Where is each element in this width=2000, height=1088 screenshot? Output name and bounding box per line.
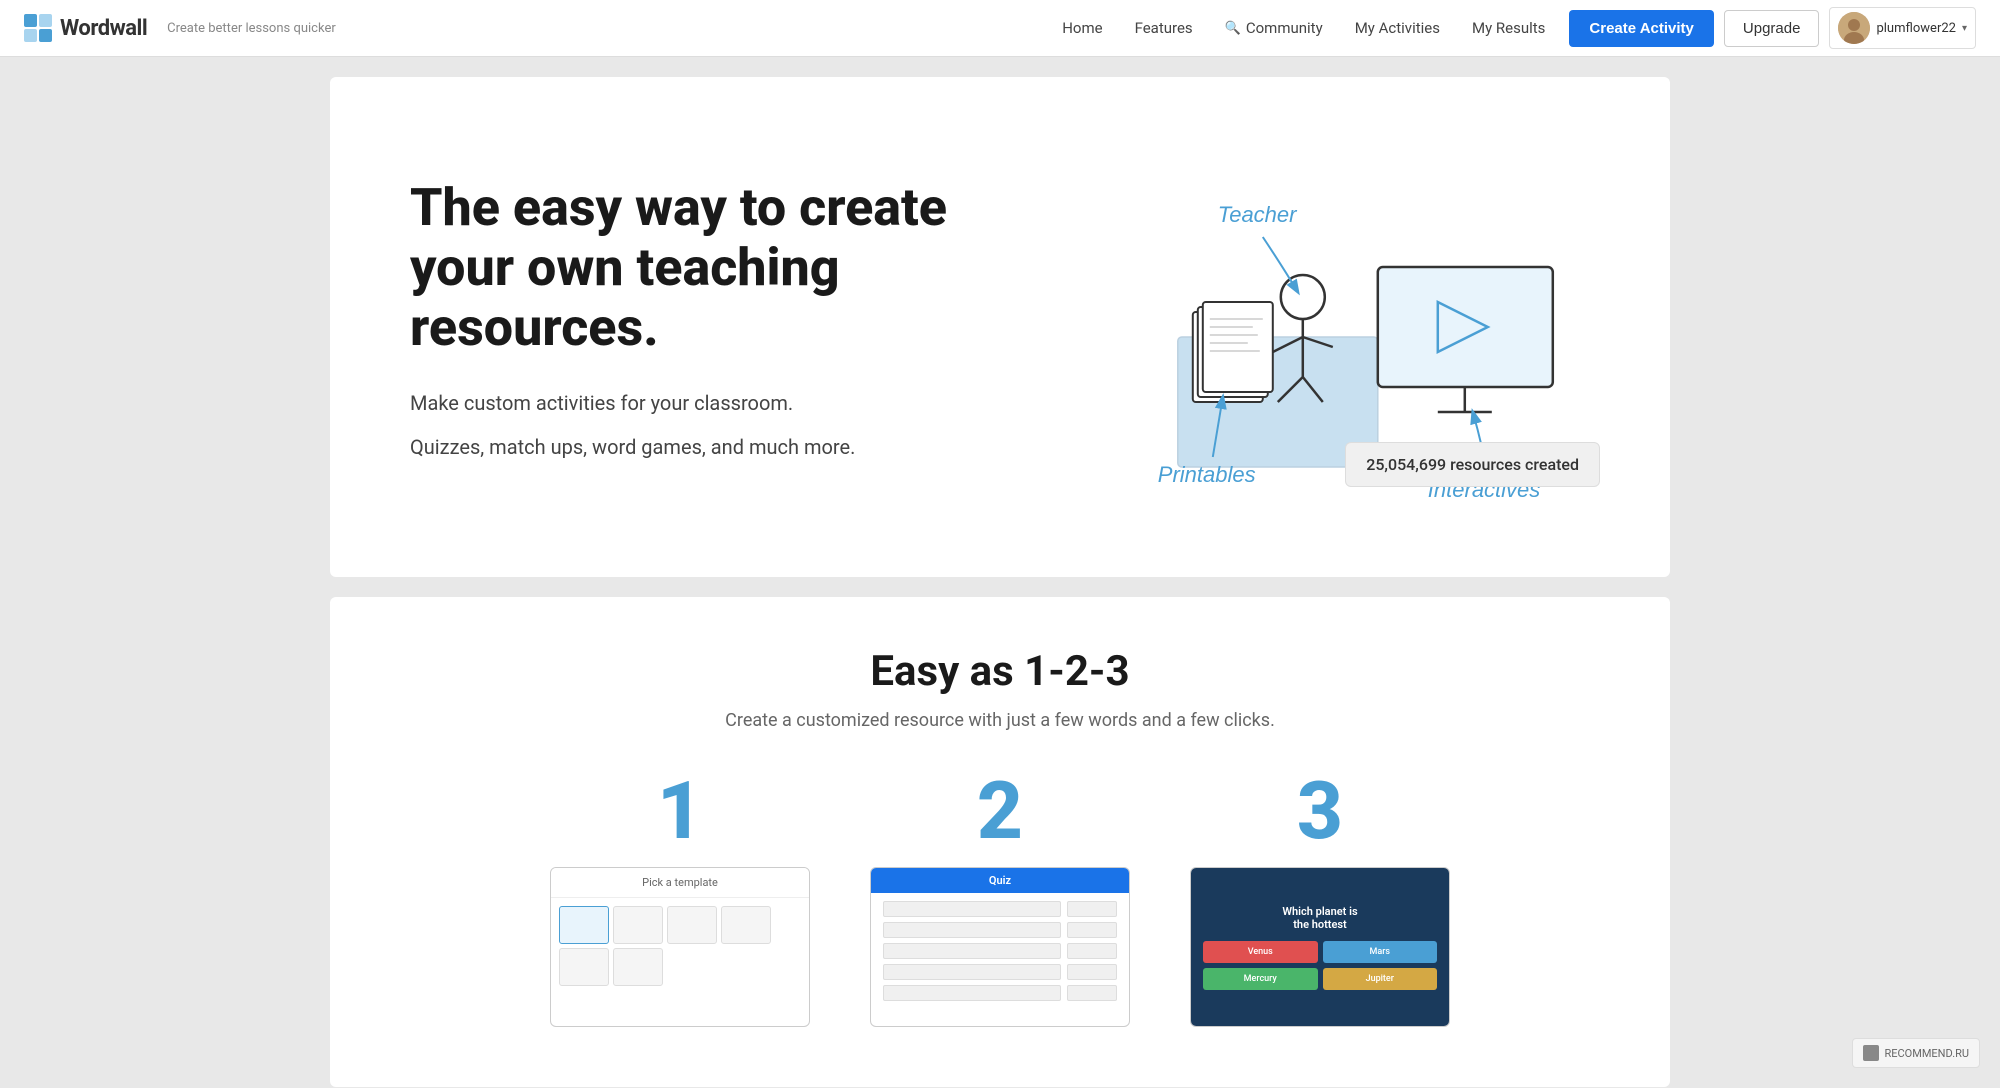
logo-cell-3: [24, 29, 37, 42]
template-thumb-5: [559, 948, 609, 986]
quiz-input-8: [1067, 964, 1117, 980]
nav-my-activities[interactable]: My Activities: [1339, 0, 1456, 57]
hero-text: The easy way to create your own teaching…: [410, 178, 1029, 475]
step-1-card: Pick a template: [550, 867, 810, 1027]
hero-subtitle-2: Quizzes, match ups, word games, and much…: [410, 432, 1029, 462]
svg-text:Teacher: Teacher: [1218, 202, 1298, 227]
quiz-input-1: [883, 901, 1061, 917]
hero-card: The easy way to create your own teaching…: [330, 77, 1670, 577]
game-option-4: Jupiter: [1323, 968, 1438, 990]
brand-logo[interactable]: Wordwall: [24, 14, 147, 42]
logo-text: Wordwall: [60, 16, 147, 41]
stats-badge: 25,054,699 resources created: [1345, 442, 1600, 487]
step-1-number: 1: [657, 771, 703, 851]
template-thumb-2: [613, 906, 663, 944]
step-1-card-inner: Pick a template: [551, 868, 809, 1026]
avatar-image: [1838, 12, 1870, 44]
logo-cell-4: [39, 29, 52, 42]
template-thumb-6: [613, 948, 663, 986]
quiz-row-2: [883, 922, 1117, 938]
hero-title: The easy way to create your own teaching…: [410, 178, 1029, 357]
wordwall-logo: Wordwall: [24, 14, 147, 42]
quiz-row-4: [883, 964, 1117, 980]
step-1: 1 Pick a template: [540, 771, 820, 1027]
quiz-input-5: [883, 943, 1061, 959]
game-options: Venus Mars Mercury Jupiter: [1203, 941, 1437, 990]
step-3-card: Which planet is the hottest Venus Mars M…: [1190, 867, 1450, 1027]
avatar: [1838, 12, 1870, 44]
logo-cell-1: [24, 14, 37, 27]
game-option-3: Mercury: [1203, 968, 1318, 990]
user-menu[interactable]: plumflower22 ▾: [1829, 7, 1976, 49]
game-option-1: Venus: [1203, 941, 1318, 963]
nav-community[interactable]: 🔍 Community: [1209, 0, 1339, 57]
quiz-input-6: [1067, 943, 1117, 959]
nav-home[interactable]: Home: [1046, 0, 1118, 57]
quiz-input-4: [1067, 922, 1117, 938]
hero-illustration: Teacher Printables Interactives: [1076, 137, 1600, 517]
step-2-header: Quiz: [871, 868, 1129, 893]
step-2-card: Quiz: [870, 867, 1130, 1027]
nav-my-results[interactable]: My Results: [1456, 0, 1561, 57]
template-thumb-3: [667, 906, 717, 944]
hero-subtitle-1: Make custom activities for your classroo…: [410, 388, 1029, 418]
svg-text:Printables: Printables: [1158, 462, 1256, 487]
easy-section: Easy as 1-2-3 Create a customized resour…: [330, 597, 1670, 1087]
recommend-icon: [1863, 1045, 1879, 1061]
upgrade-button[interactable]: Upgrade: [1724, 10, 1820, 47]
logo-cell-2: [39, 14, 52, 27]
create-activity-button[interactable]: Create Activity: [1569, 10, 1714, 47]
quiz-row-5: [883, 985, 1117, 1001]
recommend-badge: RECOMMEND.RU: [1852, 1038, 1980, 1068]
quiz-input-2: [1067, 901, 1117, 917]
quiz-input-10: [1067, 985, 1117, 1001]
chevron-down-icon: ▾: [1962, 23, 1967, 34]
step-3-question: Which planet is the hottest: [1282, 905, 1357, 931]
step-2: 2 Quiz: [860, 771, 1140, 1027]
game-option-2: Mars: [1323, 941, 1438, 963]
easy-section-title: Easy as 1-2-3: [370, 647, 1630, 696]
template-thumb-4: [721, 906, 771, 944]
nav-features[interactable]: Features: [1119, 0, 1209, 57]
quiz-row-1: [883, 901, 1117, 917]
quiz-input-3: [883, 922, 1061, 938]
step-1-body: [551, 898, 809, 994]
page-wrapper: The easy way to create your own teaching…: [310, 57, 1690, 1087]
easy-section-subtitle: Create a customized resource with just a…: [370, 710, 1630, 731]
step-3: 3 Which planet is the hottest Venus Mars…: [1180, 771, 1460, 1027]
step-3-number: 3: [1297, 771, 1343, 851]
steps-row: 1 Pick a template: [370, 771, 1630, 1047]
step-2-body: [871, 893, 1129, 1009]
logo-grid-icon: [24, 14, 52, 42]
quiz-row-3: [883, 943, 1117, 959]
quiz-input-7: [883, 964, 1061, 980]
step-2-number: 2: [977, 771, 1023, 851]
quiz-input-9: [883, 985, 1061, 1001]
recommend-label: RECOMMEND.RU: [1884, 1047, 1969, 1060]
step-3-game-card: Which planet is the hottest Venus Mars M…: [1191, 868, 1449, 1026]
nav-community-label: Community: [1246, 19, 1323, 37]
user-name: plumflower22: [1876, 21, 1956, 36]
template-thumb-1: [559, 906, 609, 944]
search-icon: 🔍: [1225, 21, 1241, 36]
navbar-tagline: Create better lessons quicker: [167, 21, 336, 36]
nav-links: Home Features 🔍 Community My Activities …: [1046, 0, 1561, 57]
step-2-card-inner: Quiz: [871, 868, 1129, 1026]
navbar: Wordwall Create better lessons quicker H…: [0, 0, 2000, 57]
step-1-header: Pick a template: [551, 868, 809, 898]
